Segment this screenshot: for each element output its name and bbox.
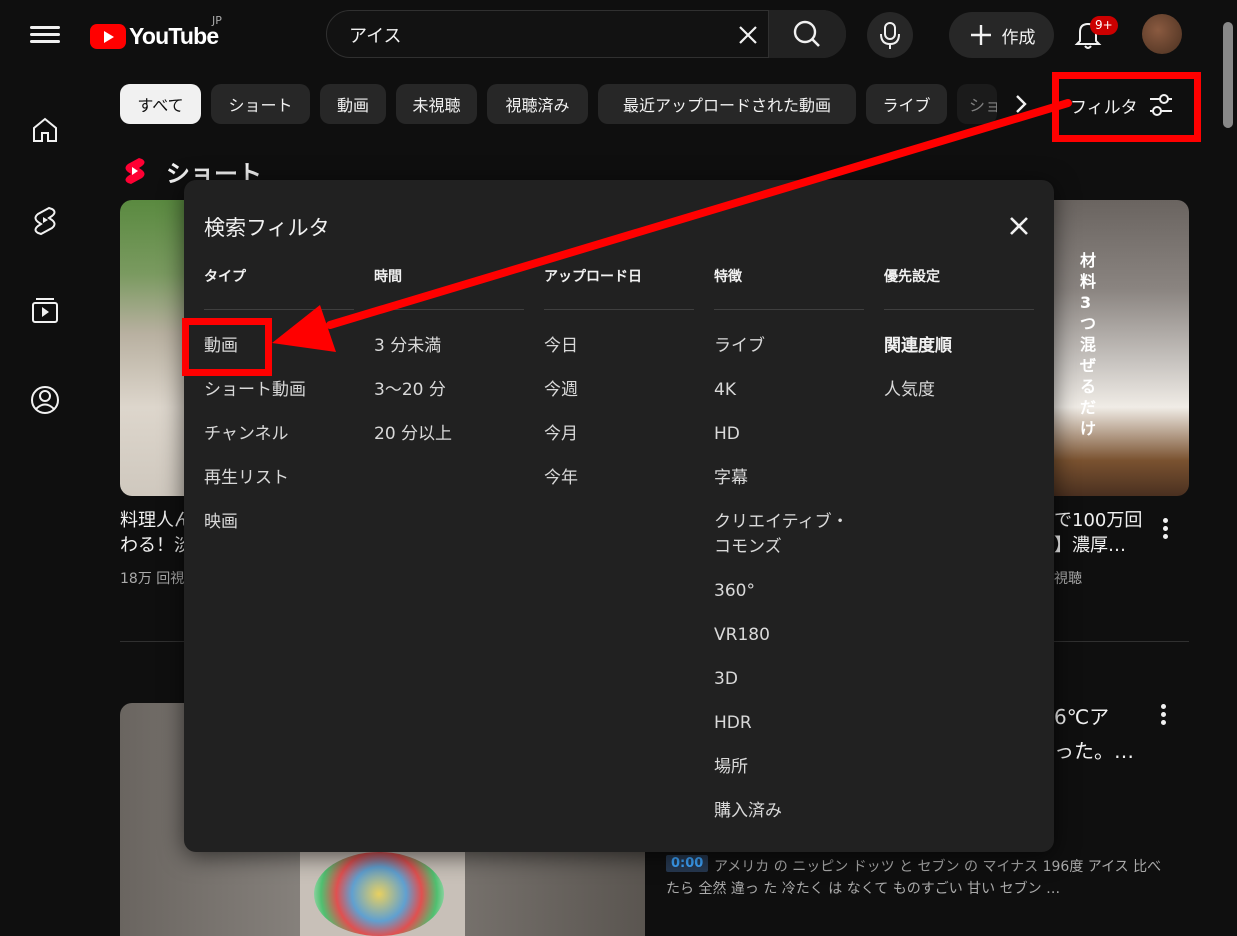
chevron-right-icon[interactable] [1003, 86, 1039, 122]
chip-unwatched[interactable]: 未視聴 [396, 84, 477, 124]
chip-watched[interactable]: 視聴済み [487, 84, 588, 124]
filter-column-header: タイプ [204, 266, 354, 310]
filter-option-purchased[interactable]: 購入済み [714, 791, 864, 835]
scrollbar-thumb[interactable] [1223, 22, 1233, 128]
filter-column-sort: 優先設定 関連度順 人気度 [884, 266, 1034, 414]
short-overlay-text-right: 材料3つ混ぜるだけ [1080, 251, 1097, 438]
shorts-logo-icon [122, 156, 148, 190]
menu-icon[interactable] [30, 22, 60, 50]
filter-option-live[interactable]: ライブ [714, 326, 864, 370]
filter-option-popularity[interactable]: 人気度 [884, 370, 1034, 414]
create-button[interactable]: 作成 [949, 12, 1054, 58]
filter-column-type: タイプ 動画 ショート動画 チャンネル 再生リスト 映画 [204, 266, 354, 546]
create-label: 作成 [1001, 27, 1036, 48]
filter-option-3d[interactable]: 3D [714, 659, 864, 703]
short-views-right: 視聴 [1054, 571, 1082, 587]
filter-option-this-year[interactable]: 今年 [544, 458, 694, 502]
filter-option-today[interactable]: 今日 [544, 326, 694, 370]
avatar[interactable] [1142, 14, 1182, 54]
chip-shorts[interactable]: ショート [211, 84, 310, 124]
chip-all[interactable]: すべて [120, 84, 201, 124]
filter-option-hd[interactable]: HD [714, 414, 864, 458]
short-title-right-line1[interactable]: で100万回 [1054, 508, 1144, 533]
youtube-logo[interactable]: YouTube [90, 20, 219, 52]
filter-option-movie[interactable]: 映画 [204, 502, 354, 546]
filter-option-subtitles[interactable]: 字幕 [714, 458, 864, 502]
filter-option-this-month[interactable]: 今月 [544, 414, 694, 458]
filter-column-upload-date: アップロード日 今日 今週 今月 今年 [544, 266, 694, 502]
chip-live[interactable]: ライブ [866, 84, 947, 124]
filter-column-header: 特徴 [714, 266, 864, 310]
filter-option-location[interactable]: 場所 [714, 747, 864, 791]
chip-partial[interactable]: ショ [957, 84, 997, 124]
video-description-line2: たら 全然 違っ た 冷たく は なくて ものすごい 甘い セブン … [666, 881, 1061, 897]
dialog-title: 検索フィルタ [204, 216, 330, 240]
filter-option-creative-commons[interactable]: クリエイティブ・コモンズ [714, 502, 859, 571]
filter-column-header: 優先設定 [884, 266, 1034, 310]
filter-option-shorts[interactable]: ショート動画 [204, 370, 354, 414]
short-title-right-line2[interactable]: 】濃厚… [1054, 533, 1144, 558]
short-title-left-line1[interactable]: 料理人ん [120, 508, 190, 533]
short-title-left-line2[interactable]: わる！淡 [120, 533, 190, 558]
more-options-icon[interactable] [1163, 518, 1169, 542]
filter-option-4k[interactable]: 4K [714, 370, 864, 414]
search-filter-dialog: 検索フィルタ タイプ 動画 ショート動画 チャンネル 再生リスト 映画 時間 3… [184, 180, 1054, 852]
filter-option-hdr[interactable]: HDR [714, 703, 864, 747]
search-input[interactable] [347, 21, 731, 49]
video-option-highlight-box [182, 318, 272, 376]
home-icon[interactable] [28, 113, 62, 147]
search-icon [793, 20, 820, 47]
account-icon[interactable] [28, 383, 62, 417]
filter-option-channel[interactable]: チャンネル [204, 414, 354, 458]
filter-option-relevance[interactable]: 関連度順 [884, 326, 1034, 370]
filter-option-vr180[interactable]: VR180 [714, 615, 864, 659]
microphone-icon [880, 22, 900, 49]
subscriptions-icon[interactable] [28, 293, 62, 327]
shorts-icon[interactable] [28, 203, 62, 237]
filter-column-header: アップロード日 [544, 266, 694, 310]
filter-option-3-20min[interactable]: 3〜20 分 [374, 370, 524, 414]
chip-videos[interactable]: 動画 [320, 84, 386, 124]
timestamp-badge[interactable]: 0:00 [666, 855, 709, 872]
short-views-left: 18万 回視 [120, 571, 185, 587]
filter-column-duration: 時間 3 分未満 3〜20 分 20 分以上 [374, 266, 524, 458]
filter-option-360[interactable]: 360° [714, 571, 864, 615]
youtube-play-icon [90, 23, 126, 49]
filter-option-this-week[interactable]: 今週 [544, 370, 694, 414]
close-icon[interactable] [1004, 211, 1034, 241]
more-options-icon[interactable] [1161, 704, 1167, 728]
search-button[interactable] [768, 10, 846, 58]
video-description-line1: アメリカ の ニッピン ドッツ と セブン の マイナス 196度 アイス 比べ [714, 859, 1162, 875]
video-thumbnail-center [300, 850, 465, 936]
filter-option-playlist[interactable]: 再生リスト [204, 458, 354, 502]
plus-icon [970, 25, 991, 45]
video-title-line2[interactable]: った。… [1054, 739, 1134, 764]
logo-text: YouTube [129, 22, 219, 49]
filter-column-features: 特徴 ライブ 4K HD 字幕 クリエイティブ・コモンズ 360° VR180 … [714, 266, 864, 835]
filter-column-header: 時間 [374, 266, 524, 310]
region-label: JP [212, 14, 222, 27]
notification-badge: 9+ [1090, 16, 1118, 35]
clear-search-icon[interactable] [732, 19, 764, 51]
voice-search-button[interactable] [867, 12, 913, 58]
filter-option-over-20min[interactable]: 20 分以上 [374, 414, 524, 458]
filter-highlight-box [1052, 72, 1201, 142]
chip-recently-uploaded[interactable]: 最近アップロードされた動画 [598, 84, 856, 124]
search-box [326, 10, 846, 58]
video-title-line1[interactable]: 6℃ア [1054, 705, 1109, 730]
filter-option-under-3min[interactable]: 3 分未満 [374, 326, 524, 370]
